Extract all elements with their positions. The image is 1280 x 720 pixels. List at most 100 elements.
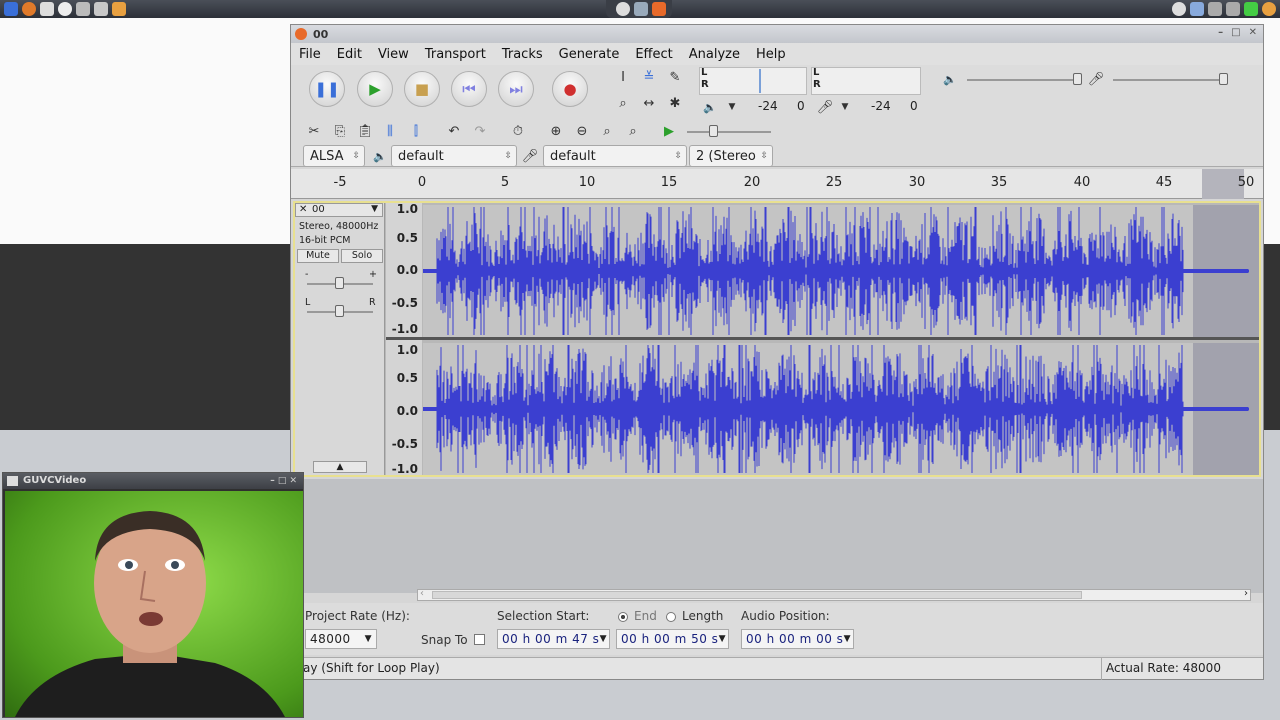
scroll-right-icon[interactable]: › [1244,588,1248,599]
audio-host-select[interactable]: ALSA ⇳ [303,145,365,167]
mute-button[interactable]: Mute [297,249,339,263]
sync-lock-icon[interactable]: ⏱ [507,121,529,141]
input-volume-slider[interactable] [1113,79,1223,81]
output-volume-thumb[interactable] [1073,73,1082,85]
fit-selection-icon[interactable]: ⌕ [596,121,618,141]
input-volume-thumb[interactable] [1219,73,1228,85]
record-meter[interactable] [811,67,921,95]
play-speed-thumb[interactable] [709,125,718,137]
ruler-label: 50 [1237,175,1255,190]
trim-icon[interactable]: ⫼ [379,121,401,141]
play-speed-slider[interactable] [687,131,771,133]
track-name-menu[interactable]: ✕ 00 ▼ [295,203,383,217]
zoom-out-icon[interactable]: ⊖ [571,121,593,141]
timeline-ruler[interactable]: -5 0 5 10 15 20 25 30 35 40 45 50 [291,169,1263,199]
menu-effect[interactable]: Effect [635,47,672,62]
silence-icon[interactable]: ⫿ [405,121,427,141]
menu-tracks[interactable]: Tracks [502,47,543,62]
playback-scale-low: -24 [758,99,778,113]
zoom-in-icon[interactable]: ⊕ [545,121,567,141]
browser-icon[interactable] [58,2,72,16]
snap-to-checkbox[interactable] [474,634,485,645]
multi-tool-icon[interactable]: ✱ [664,93,686,113]
record-button[interactable]: ● [552,71,588,107]
minimize-icon[interactable]: – [1218,27,1223,38]
menu-transport[interactable]: Transport [425,47,486,62]
audacity-task-icon[interactable] [652,2,666,16]
skip-start-button[interactable]: ⏮ [451,71,487,107]
menu-analyze[interactable]: Analyze [689,47,740,62]
update-icon[interactable] [1244,2,1258,16]
menu-edit[interactable]: Edit [337,47,362,62]
output-volume-slider[interactable] [967,79,1077,81]
files-icon[interactable] [76,2,90,16]
length-radio[interactable] [666,612,676,622]
battery-icon[interactable] [1208,2,1222,16]
scroll-left-icon[interactable]: ‹ [420,588,424,599]
menu-help[interactable]: Help [756,47,786,62]
input-device-select[interactable]: default ⇳ [543,145,687,167]
waveform-right-channel[interactable] [423,343,1259,475]
play-button[interactable]: ▶ [357,71,393,107]
output-device-select[interactable]: default ⇳ [391,145,517,167]
horizontal-scrollbar[interactable]: › ‹ [417,588,1251,601]
start-menu-icon[interactable] [4,2,18,16]
menu-view[interactable]: View [378,47,409,62]
fit-project-icon[interactable]: ⌕ [622,121,644,141]
skip-end-button[interactable]: ⏭ [498,71,534,107]
app-icon[interactable] [112,2,126,16]
stop-button[interactable]: ■ [404,71,440,107]
gain-thumb[interactable] [335,277,344,289]
clock-icon[interactable] [1172,2,1186,16]
selection-tool-icon[interactable]: I [612,67,634,87]
close-icon[interactable]: ✕ [1249,27,1257,38]
project-rate-select[interactable]: 48000 ▼ [305,629,377,649]
status-message: ay (Shift for Loop Play) [303,661,440,675]
record-meter-mic-icon[interactable]: 🎤︎ [814,97,836,117]
firefox-icon[interactable] [22,2,36,16]
selection-end-field[interactable]: 00 h 00 m 50 s ▼ [616,629,729,649]
pan-thumb[interactable] [335,305,344,317]
scale-label: 0.0 [396,404,418,418]
input-channels-select[interactable]: 2 (Stereo ⇳ [689,145,773,167]
webcam-window-buttons-icon[interactable]: – □ ✕ [270,473,297,489]
paste-icon[interactable]: 📋︎ [354,121,376,141]
copy-icon[interactable]: ⎘ [329,121,351,141]
end-radio[interactable] [618,612,628,622]
track-control-panel[interactable]: ✕ 00 ▼ Stereo, 48000Hz 16-bit PCM Mute S… [295,203,385,475]
menu-generate[interactable]: Generate [559,47,620,62]
redo-icon[interactable]: ↷ [469,121,491,141]
collapse-track-icon[interactable]: ▲ [313,461,367,473]
draw-tool-icon[interactable]: ✎ [664,67,686,87]
terminal-icon[interactable] [94,2,108,16]
pause-button[interactable]: ❚❚ [309,71,345,107]
skip-start-icon: ⏮ [462,80,476,98]
track-close-icon[interactable]: ✕ [299,204,307,215]
timeshift-tool-icon[interactable]: ↔ [638,93,660,113]
empty-track-area[interactable] [291,479,1263,593]
undo-icon[interactable]: ↶ [443,121,465,141]
audio-position-field[interactable]: 00 h 00 m 00 s ▼ [741,629,854,649]
playback-meter-speaker-icon[interactable]: 🔈 [699,97,721,117]
user-icon[interactable] [1262,2,1276,16]
volume-tray-icon[interactable] [1226,2,1240,16]
playback-meter[interactable] [699,67,807,95]
waveform-left-channel[interactable] [423,205,1259,337]
scale-label: 1.0 [396,343,418,357]
settings-icon[interactable] [616,2,630,16]
solo-button[interactable]: Solo [341,249,383,263]
maximize-icon[interactable]: □ [1231,27,1240,38]
selection-start-field[interactable]: 00 h 00 m 47 s ▼ [497,629,610,649]
zoom-tool-icon[interactable]: ⌕ [612,93,634,113]
envelope-tool-icon[interactable]: ≚ [638,67,660,87]
scrollbar-thumb[interactable] [432,591,1082,599]
record-meter-dropdown-icon[interactable]: ▼ [834,97,856,117]
menu-file[interactable]: File [299,47,321,62]
input-channels-arrow-icon: ⇳ [760,151,768,161]
window-list-icon[interactable] [634,2,648,16]
cut-icon[interactable]: ✂ [303,121,325,141]
text-editor-icon[interactable] [40,2,54,16]
play-at-speed-icon[interactable]: ▶ [658,121,680,141]
playback-meter-dropdown-icon[interactable]: ▼ [721,97,743,117]
network-icon[interactable] [1190,2,1204,16]
